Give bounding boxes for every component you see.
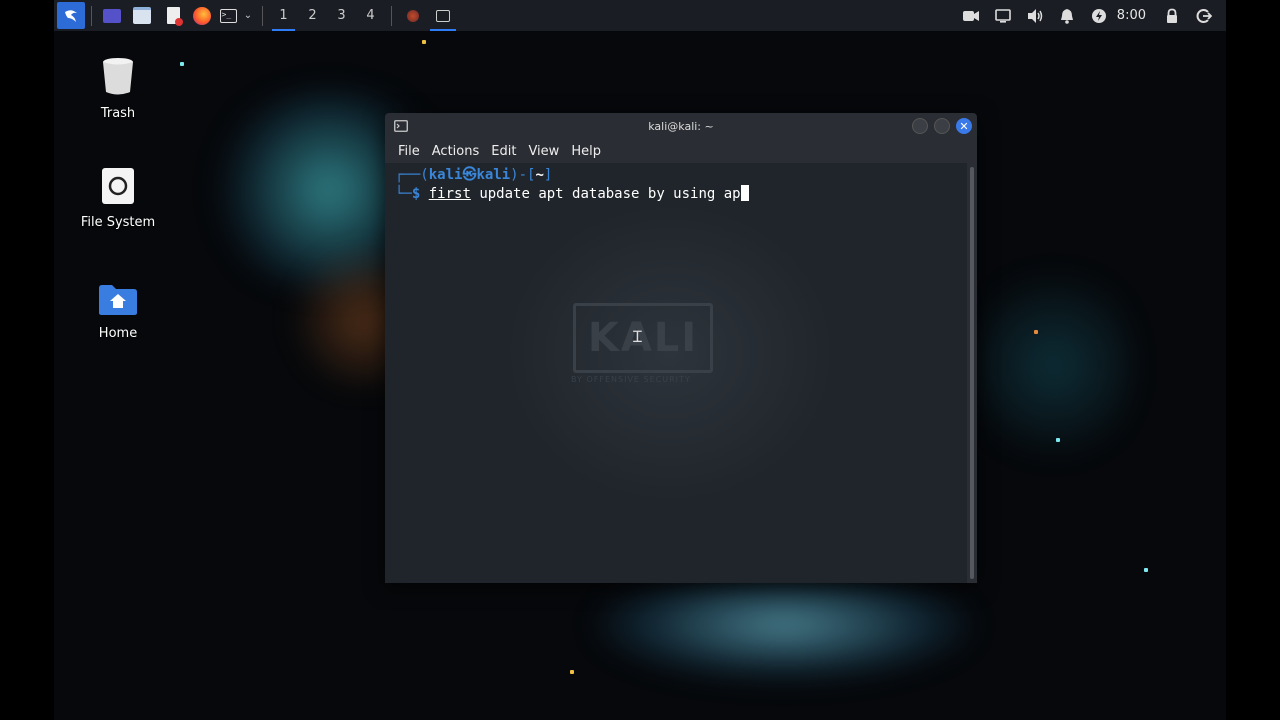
trash-icon (103, 58, 133, 95)
window-titlebar[interactable]: kali@kali: ~ ✕ (385, 113, 977, 139)
menu-file[interactable]: File (393, 142, 425, 161)
folder-icon (131, 5, 153, 27)
kali-watermark: KALI (573, 303, 713, 373)
text-editor-icon (162, 5, 184, 27)
command-text: update apt database by using ap (470, 186, 741, 202)
wallpaper-splash (594, 570, 974, 680)
kali-dragon-icon (65, 9, 77, 22)
menu-bar: File Actions Edit View Help (385, 139, 977, 163)
taskbar-separator (262, 5, 263, 26)
firefox-icon (191, 5, 213, 27)
chevron-down-icon: ⌄ (243, 10, 253, 21)
kali-menu-button[interactable] (57, 2, 85, 29)
menu-actions[interactable]: Actions (427, 142, 485, 161)
terminal-icon: >_ (217, 5, 239, 27)
prompt-frame: └─ (395, 186, 412, 202)
notifications-button[interactable] (1051, 0, 1083, 31)
screen-recorder-button[interactable] (955, 0, 987, 31)
taskbar-window-firefox[interactable] (398, 0, 428, 31)
speaker-icon (1027, 8, 1043, 23)
terminal-window: kali@kali: ~ ✕ File Actions Edit View He… (385, 113, 977, 583)
firefox-icon (402, 5, 424, 27)
prompt-frame: ┌──( (395, 167, 429, 183)
minimize-button[interactable] (912, 118, 928, 134)
camera-icon (962, 10, 979, 21)
terminal-launcher[interactable]: >_ (216, 0, 240, 31)
workspace-3[interactable]: 3 (327, 0, 356, 31)
text-editor-launcher[interactable] (158, 0, 188, 31)
workspace-label: 2 (308, 8, 317, 23)
firefox-launcher[interactable] (188, 0, 216, 31)
file-manager-launcher[interactable] (126, 0, 158, 31)
close-icon: ✕ (959, 119, 969, 133)
desktop-icon-trash[interactable]: Trash (73, 56, 163, 121)
wallpaper-particle (1056, 438, 1060, 442)
taskbar-window-terminal[interactable] (428, 0, 458, 31)
prompt-frame: ] (543, 167, 553, 183)
volume-button[interactable] (1019, 0, 1051, 31)
taskbar: >_ ⌄ 1 2 3 4 8:00 (54, 0, 1226, 31)
taskbar-separator (391, 5, 392, 26)
logout-icon (1196, 8, 1212, 23)
text-cursor (740, 185, 749, 201)
kali-watermark-subtitle: BY OFFENSIVE SECURITY (571, 375, 691, 384)
monitor-icon (994, 8, 1011, 23)
terminal-launcher-dropdown[interactable]: ⌄ (240, 0, 256, 31)
prompt-host: kali (476, 167, 511, 183)
power-manager-button[interactable] (1083, 0, 1115, 31)
wallpaper-particle (422, 40, 426, 44)
workspace-label: 1 (279, 8, 288, 23)
bell-icon (1060, 8, 1073, 24)
clock[interactable]: 8:00 (1115, 8, 1156, 23)
battery-charge-icon (1091, 8, 1106, 23)
workspace-label: 3 (337, 8, 346, 23)
prompt-directory: ~ (535, 167, 544, 183)
command-line[interactable]: └─$ first update apt database by using a… (395, 185, 749, 204)
menu-edit[interactable]: Edit (486, 142, 521, 161)
wallpaper-splash (974, 250, 1134, 480)
lock-icon (1167, 8, 1177, 23)
taskbar-separator (91, 5, 92, 26)
terminal-icon (432, 5, 454, 27)
maximize-button[interactable] (934, 118, 950, 134)
prompt-user: kali (428, 167, 463, 183)
wallpaper-particle (1144, 568, 1148, 572)
command-word: first (428, 186, 471, 202)
show-desktop-button[interactable] (98, 0, 126, 31)
lock-screen-button[interactable] (1156, 0, 1188, 31)
desktop-icon (101, 5, 123, 27)
wallpaper-particle (180, 62, 184, 66)
window-title: kali@kali: ~ (648, 119, 714, 133)
scrollbar-thumb[interactable] (970, 167, 974, 579)
display-button[interactable] (987, 0, 1019, 31)
terminal-output[interactable]: KALI BY OFFENSIVE SECURITY ┌──(kali㉿kali… (385, 163, 967, 583)
close-button[interactable]: ✕ (956, 118, 972, 134)
home-folder-icon (99, 285, 137, 315)
workspace-4[interactable]: 4 (356, 0, 385, 31)
prompt-at-symbol: ㉿ (462, 167, 477, 183)
drive-icon (102, 168, 134, 204)
workspace-1[interactable]: 1 (269, 0, 298, 31)
system-tray: 8:00 (955, 0, 1226, 31)
menu-view[interactable]: View (523, 142, 564, 161)
workspace-2[interactable]: 2 (298, 0, 327, 31)
workspace-label: 4 (366, 8, 375, 23)
logout-button[interactable] (1188, 0, 1220, 31)
terminal-scrollbar[interactable] (967, 163, 977, 583)
wallpaper-particle (1034, 330, 1038, 334)
wallpaper-particle (570, 670, 574, 674)
window-controls: ✕ (912, 118, 972, 134)
desktop-icon-label: File System (80, 215, 156, 230)
desktop-icon-file-system[interactable]: File System (73, 167, 163, 230)
prompt-line: ┌──(kali㉿kali)-[~] (395, 166, 552, 185)
ibeam-cursor-icon: Ɪ (633, 327, 642, 346)
desktop-icon-label: Trash (100, 106, 136, 121)
prompt-frame: )-[ (510, 167, 536, 183)
menu-help[interactable]: Help (566, 142, 606, 161)
desktop-icon-home[interactable]: Home (73, 284, 163, 341)
desktop-icon-label: Home (98, 326, 138, 341)
